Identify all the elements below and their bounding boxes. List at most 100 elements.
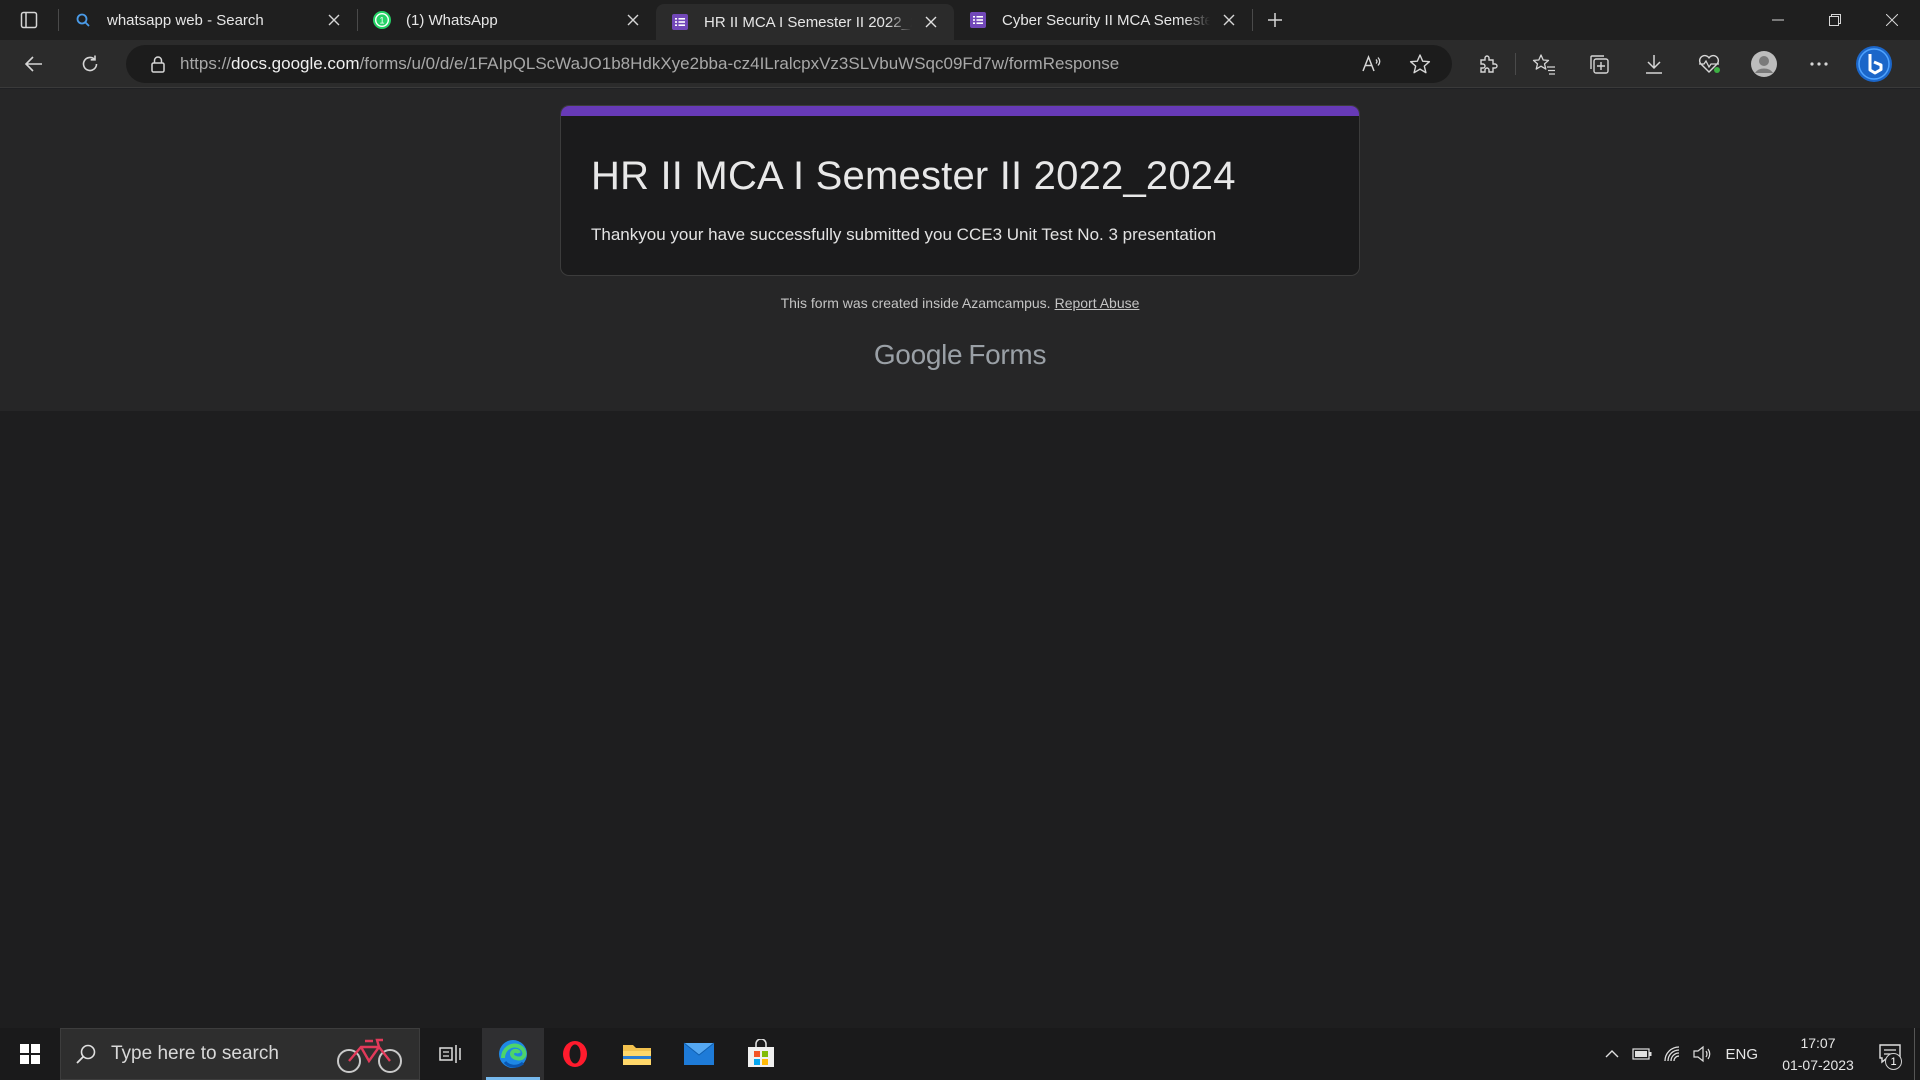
minimize-icon <box>1771 19 1784 21</box>
confirmation-message: Thankyou your have successfully submitte… <box>591 225 1217 244</box>
google-forms-icon <box>968 10 988 30</box>
search-icon <box>76 1044 96 1064</box>
clock-time: 17:07 <box>1800 1035 1836 1051</box>
favorites-icon <box>1532 54 1555 75</box>
favorites-button[interactable] <box>1516 44 1571 84</box>
collections-button[interactable] <box>1571 44 1626 84</box>
refresh-button[interactable] <box>66 44 114 84</box>
new-tab-button[interactable] <box>1253 0 1297 40</box>
volume-control[interactable] <box>1687 1028 1717 1080</box>
tab-actions-button[interactable] <box>0 0 58 40</box>
taskbar-microsoft-store[interactable] <box>730 1028 792 1080</box>
toolbar-right-group <box>1460 44 1901 84</box>
plus-icon <box>1268 13 1282 27</box>
edge-icon <box>499 1040 527 1068</box>
action-center-button[interactable]: 1 <box>1866 1028 1914 1080</box>
taskbar-mail[interactable] <box>668 1028 730 1080</box>
opera-icon <box>563 1041 587 1067</box>
google-forms-icon <box>670 12 690 32</box>
window-controls <box>1749 0 1920 40</box>
chevron-up-icon <box>1605 1050 1619 1058</box>
url-text[interactable]: https://docs.google.com/forms/u/0/d/e/1F… <box>180 54 1352 74</box>
network-status[interactable] <box>1657 1028 1687 1080</box>
downloads-button[interactable] <box>1626 44 1681 84</box>
battery-icon <box>1632 1048 1652 1060</box>
input-language[interactable]: ENG <box>1725 1046 1758 1063</box>
search-placeholder: Type here to search <box>111 1043 279 1064</box>
taskbar-file-explorer[interactable] <box>606 1028 668 1080</box>
form-confirmation-card: HR II MCA I Semester II 2022_2024 Thanky… <box>560 105 1360 276</box>
extensions-button[interactable] <box>1460 44 1515 84</box>
close-icon <box>1885 14 1898 26</box>
notification-badge: 1 <box>1885 1053 1902 1070</box>
windows-taskbar: Type here to search ENG 17:07 01-07-2023… <box>0 1028 1920 1080</box>
lock-icon[interactable] <box>146 52 170 76</box>
more-icon <box>1809 62 1828 66</box>
clock[interactable]: 17:07 01-07-2023 <box>1770 1032 1866 1076</box>
browser-essentials-button[interactable] <box>1681 44 1736 84</box>
read-aloud-button[interactable] <box>1352 44 1392 84</box>
form-title: HR II MCA I Semester II 2022_2024 <box>591 154 1236 198</box>
close-tab-icon[interactable] <box>1218 9 1240 31</box>
clock-date: 01-07-2023 <box>1782 1057 1854 1073</box>
report-abuse-link[interactable]: Report Abuse <box>1055 295 1140 311</box>
url-path: /forms/u/0/d/e/1FAIpQLScWaJO1b8HdkXye2bb… <box>359 54 1120 73</box>
task-view-icon <box>439 1045 461 1063</box>
close-window-button[interactable] <box>1863 0 1920 40</box>
task-view-button[interactable] <box>420 1028 482 1080</box>
show-desktop-button[interactable] <box>1914 1028 1920 1080</box>
search-icon <box>73 10 93 30</box>
close-tab-icon[interactable] <box>920 11 942 33</box>
close-tab-icon[interactable] <box>622 9 644 31</box>
form-footer-note: This form was created inside Azamcampus.… <box>0 295 1920 311</box>
wifi-icon <box>1664 1046 1680 1062</box>
system-tray: ENG 17:07 01-07-2023 1 <box>1597 1028 1920 1080</box>
close-tab-icon[interactable] <box>323 9 345 31</box>
star-icon <box>1409 54 1431 74</box>
store-icon <box>748 1039 774 1067</box>
bing-chat-button[interactable] <box>1846 44 1901 84</box>
restore-button[interactable] <box>1806 0 1863 40</box>
restore-icon <box>1828 14 1841 26</box>
whatsapp-icon: 1 <box>372 10 392 30</box>
brand-forms: Forms <box>968 339 1047 370</box>
tab-cyber-security-form[interactable]: Cyber Security II MCA Semester II <box>954 0 1252 40</box>
show-hidden-icons-button[interactable] <box>1597 1028 1627 1080</box>
browser-toolbar: https://docs.google.com/forms/u/0/d/e/1F… <box>0 40 1920 88</box>
collections-icon <box>1589 55 1609 74</box>
tab-actions-icon <box>20 11 38 29</box>
back-button[interactable] <box>10 44 58 84</box>
download-icon <box>1645 55 1662 74</box>
tab-whatsapp[interactable]: 1 (1) WhatsApp <box>358 0 656 40</box>
minimize-button[interactable] <box>1749 0 1806 40</box>
tab-whatsapp-search[interactable]: whatsapp web - Search <box>59 0 357 40</box>
settings-menu-button[interactable] <box>1791 44 1846 84</box>
mail-icon <box>683 1042 715 1065</box>
start-button[interactable] <box>0 1028 60 1080</box>
address-bar[interactable]: https://docs.google.com/forms/u/0/d/e/1F… <box>126 45 1452 83</box>
windows-logo-icon <box>20 1044 40 1064</box>
taskbar-edge[interactable] <box>482 1028 544 1080</box>
taskbar-opera[interactable] <box>544 1028 606 1080</box>
search-highlight-bicycle-icon <box>337 1038 402 1073</box>
speaker-icon <box>1693 1045 1711 1063</box>
svg-text:1: 1 <box>379 16 384 26</box>
folder-icon <box>623 1045 651 1065</box>
tab-title: whatsapp web - Search <box>107 11 264 29</box>
taskbar-search-box[interactable]: Type here to search <box>60 1028 420 1080</box>
puzzle-icon <box>1479 55 1498 73</box>
tab-title: HR II MCA I Semester II 2022_2024 <box>704 13 912 31</box>
url-host: docs.google.com <box>231 54 360 73</box>
read-aloud-icon <box>1362 54 1381 72</box>
favorite-button[interactable] <box>1400 44 1440 84</box>
profile-button[interactable] <box>1736 44 1791 84</box>
tab-title: Cyber Security II MCA Semester II <box>1002 11 1210 29</box>
battery-status[interactable] <box>1627 1028 1657 1080</box>
tab-strip: whatsapp web - Search 1 (1) WhatsApp HR … <box>0 0 1920 40</box>
tab-title: (1) WhatsApp <box>406 11 498 29</box>
tab-hr-form[interactable]: HR II MCA I Semester II 2022_2024 <box>656 4 954 40</box>
avatar-icon <box>1750 51 1777 77</box>
brand-google: Google <box>873 339 963 370</box>
google-forms-logo[interactable]: Google Forms <box>0 339 1920 371</box>
form-accent-bar <box>561 106 1359 116</box>
